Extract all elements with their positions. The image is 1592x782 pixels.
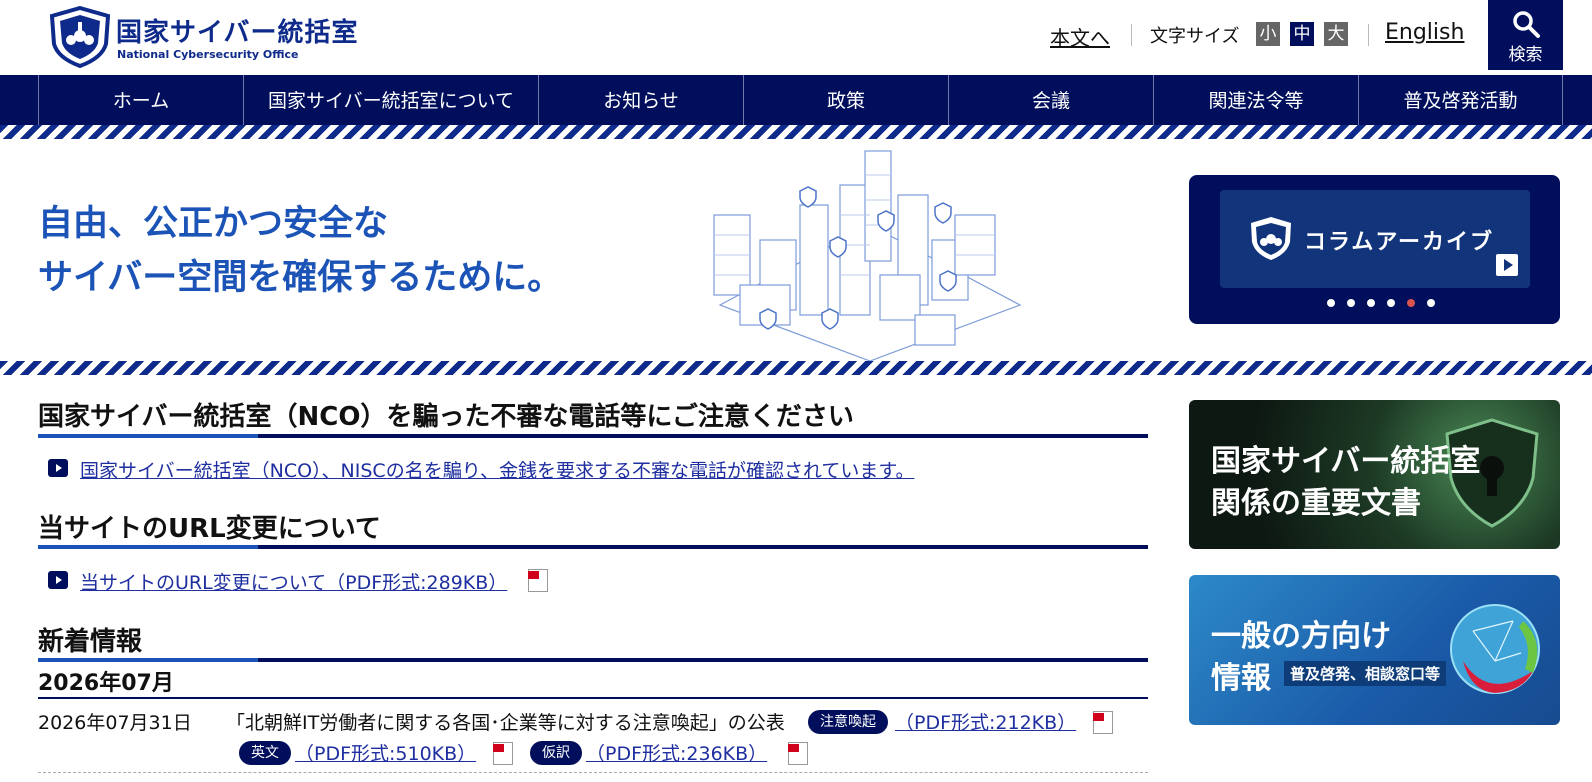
carousel-dot-6[interactable] [1427, 299, 1435, 307]
font-size-label: 文字サイズ [1150, 26, 1240, 47]
city-illustration [713, 150, 1022, 361]
banner1-line1: 国家サイバー統括室 [1211, 444, 1481, 479]
section-rule [38, 545, 1148, 549]
warning-link[interactable]: 国家サイバー統括室（NCO）、NISCの名を騙り、金銭を要求する不審な電話が確認… [80, 456, 914, 483]
pdf-icon [1091, 710, 1113, 734]
hero-tagline-line1: 自由、公正かつ安全な [38, 204, 389, 244]
carousel-dot-4[interactable] [1387, 299, 1395, 307]
nav-item-policy[interactable]: 政策 [743, 75, 948, 125]
news-pdf-link-main[interactable]: （PDF形式:212KB） [895, 708, 1076, 735]
pdf-icon [491, 741, 513, 765]
globe-icon [1450, 604, 1540, 694]
divider [1368, 24, 1369, 46]
site-logo[interactable]: 国家サイバー統括室 National Cybersecurity Office [48, 6, 357, 68]
global-nav: ホーム 国家サイバー統括室について お知らせ 政策 会議 関連法令等 普及啓発活… [0, 75, 1592, 125]
badge-translation: 仮訳 [530, 741, 582, 765]
font-size-medium-button[interactable]: 中 [1290, 22, 1314, 46]
stripe-divider [0, 125, 1592, 139]
logo-text-jp: 国家サイバー統括室 [116, 18, 359, 48]
emblem-icon [49, 6, 111, 68]
skip-to-content-link[interactable]: 本文へ [1050, 22, 1110, 51]
month-rule [38, 697, 1148, 699]
section-rule [38, 434, 1148, 438]
english-link[interactable]: English [1385, 20, 1464, 45]
news-pdf-link-translation[interactable]: （PDF形式:236KB） [586, 739, 767, 766]
column-archive-title: コラムアーカイブ [1304, 230, 1495, 255]
column-archive-banner[interactable]: コラムアーカイブ [1189, 175, 1560, 324]
pdf-icon [786, 741, 808, 765]
site-header: 国家サイバー統括室 National Cybersecurity Office … [0, 0, 1592, 75]
logo-text-en: National Cybersecurity Office [117, 48, 299, 61]
news-title: 「北朝鮮IT労働者に関する各国･企業等に対する注意喚起」の公表 [226, 712, 785, 734]
nav-item-home[interactable]: ホーム [38, 75, 243, 125]
search-button[interactable]: 検索 [1488, 0, 1563, 70]
badge-alert: 注意喚起 [808, 710, 888, 734]
banner2-line2: 情報 [1211, 661, 1271, 696]
carousel-dot-1[interactable] [1327, 299, 1335, 307]
arrow-bullet-icon [48, 571, 68, 589]
search-label: 検索 [1508, 45, 1543, 65]
news-section-title: 新着情報 [38, 627, 143, 657]
carousel-dot-3[interactable] [1367, 299, 1375, 307]
arrow-bullet-icon [48, 459, 68, 477]
emblem-icon [1251, 217, 1291, 260]
nav-item-awareness[interactable]: 普及啓発活動 [1358, 75, 1563, 125]
banner2-subtitle: 普及啓発、相談窓口等 [1284, 661, 1447, 686]
play-icon[interactable] [1496, 254, 1518, 276]
hero-tagline: 自由、公正かつ安全な サイバー空間を確保するために。 [38, 197, 562, 305]
news-pdf-link-english[interactable]: （PDF形式:510KB） [295, 739, 476, 766]
badge-english: 英文 [239, 741, 291, 765]
carousel-dot-2[interactable] [1347, 299, 1355, 307]
carousel-dot-5-active[interactable] [1407, 299, 1415, 307]
nav-item-meetings[interactable]: 会議 [948, 75, 1153, 125]
url-change-pdf-link[interactable]: 当サイトのURL変更について（PDF形式:289KB） [80, 568, 507, 595]
hero-tagline-line2: サイバー空間を確保するために。 [38, 258, 563, 298]
important-documents-banner[interactable]: 国家サイバー統括室 関係の重要文書 [1189, 400, 1560, 549]
nav-item-news[interactable]: お知らせ [538, 75, 743, 125]
section-rule [38, 658, 1148, 662]
column-archive-slide[interactable]: コラムアーカイブ [1220, 190, 1530, 288]
divider [1131, 24, 1132, 46]
row-divider [38, 772, 1148, 773]
news-month-heading: 2026年07月 [38, 671, 174, 696]
banner1-line2: 関係の重要文書 [1211, 486, 1421, 521]
font-size-large-button[interactable]: 大 [1324, 22, 1348, 46]
general-public-banner[interactable]: 一般の方向け 情報 普及啓発、相談窓口等 [1189, 575, 1560, 725]
url-change-section-title: 当サイトのURL変更について [38, 514, 381, 544]
stripe-divider [0, 361, 1592, 375]
font-size-small-button[interactable]: 小 [1256, 22, 1280, 46]
nav-item-about[interactable]: 国家サイバー統括室について [243, 75, 538, 125]
warning-section-title: 国家サイバー統括室（NCO）を騙った不審な電話等にご注意ください [38, 402, 854, 432]
search-icon [1513, 11, 1540, 38]
news-date: 2026年07月31日 [38, 712, 192, 734]
nav-item-laws[interactable]: 関連法令等 [1153, 75, 1358, 125]
pdf-icon [526, 568, 548, 592]
banner2-line1: 一般の方向け [1211, 619, 1391, 654]
